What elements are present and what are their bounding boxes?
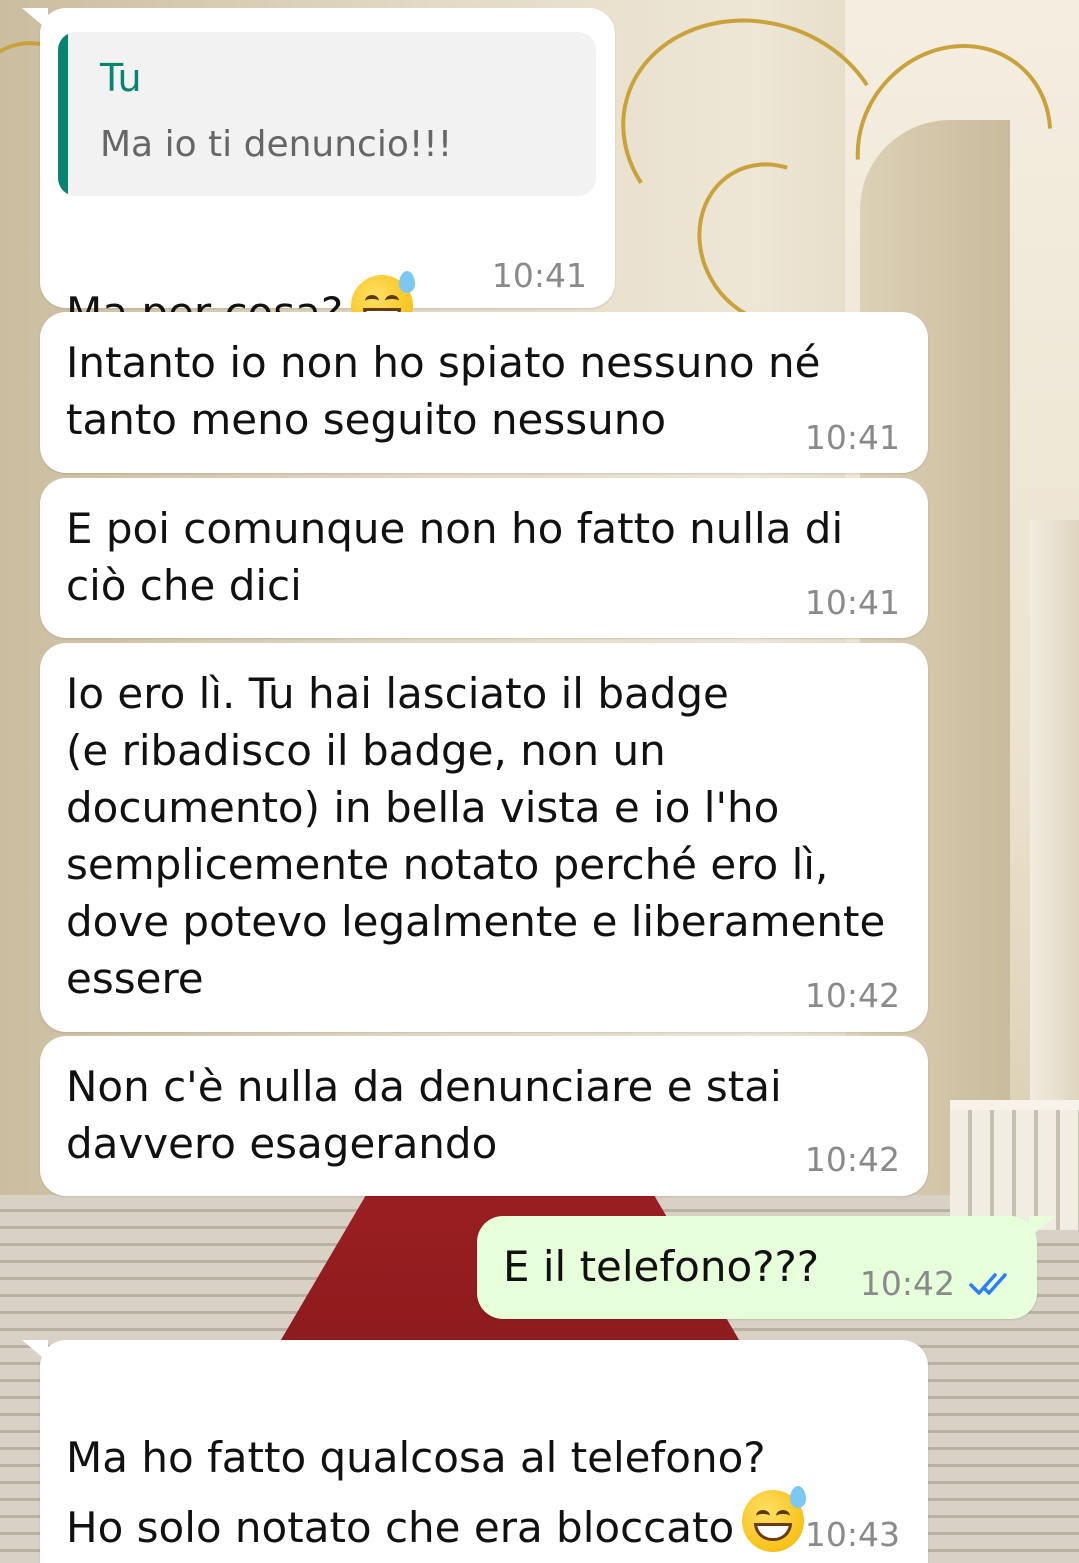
- message-bubble-incoming[interactable]: E poi comunque non ho fatto nulla di ciò…: [40, 478, 928, 638]
- message-text: Ma ho fatto qualcosa al telefono? Ho sol…: [66, 1433, 766, 1552]
- message-text: Io ero lì. Tu hai lasciato il badge (e r…: [66, 669, 886, 1003]
- message-bubble-incoming[interactable]: Ma ho fatto qualcosa al telefono? Ho sol…: [22, 1340, 928, 1563]
- message-timestamp: 10:41: [804, 418, 900, 457]
- message-timestamp: 10:42: [804, 1140, 900, 1179]
- message-bubble-incoming[interactable]: Io ero lì. Tu hai lasciato il badge (e r…: [40, 643, 928, 1032]
- message-timestamp-outgoing: 10:42: [860, 1264, 1015, 1305]
- message-text: E il telefono???: [503, 1242, 820, 1291]
- message-timestamp: 10:41: [804, 583, 900, 622]
- message-text: E poi comunque non ho fatto nulla di ciò…: [66, 504, 844, 610]
- message-text: Intanto io non ho spiato nessuno né tant…: [66, 338, 821, 444]
- message-list[interactable]: Tu Ma io ti denuncio!!! Ma per cosa? 10:…: [0, 0, 1079, 1563]
- grinning-sweat-emoji-icon: [742, 1486, 807, 1552]
- message-timestamp: 10:41: [491, 256, 587, 295]
- message-timestamp: 10:42: [859, 1264, 955, 1303]
- quoted-author: Tu: [100, 56, 142, 100]
- message-bubble-incoming[interactable]: Non c'è nulla da denunciare e stai davve…: [40, 1036, 928, 1196]
- message-bubble-outgoing[interactable]: E il telefono??? 10:42: [477, 1216, 1055, 1319]
- message-bubble-incoming[interactable]: Intanto io non ho spiato nessuno né tant…: [40, 312, 928, 473]
- quoted-message[interactable]: Tu Ma io ti denuncio!!!: [58, 32, 596, 196]
- quote-accent-bar: [58, 32, 68, 196]
- message-text: Non c'è nulla da denunciare e stai davve…: [66, 1062, 782, 1168]
- message-timestamp: 10:42: [804, 976, 900, 1015]
- double-check-read-icon: [969, 1266, 1015, 1305]
- quoted-text: Ma io ti denuncio!!!: [100, 124, 453, 165]
- message-bubble-incoming[interactable]: Tu Ma io ti denuncio!!! Ma per cosa? 10:…: [22, 8, 615, 337]
- message-content: Ma ho fatto qualcosa al telefono? Ho sol…: [66, 1362, 807, 1560]
- message-timestamp: 10:43: [804, 1515, 900, 1554]
